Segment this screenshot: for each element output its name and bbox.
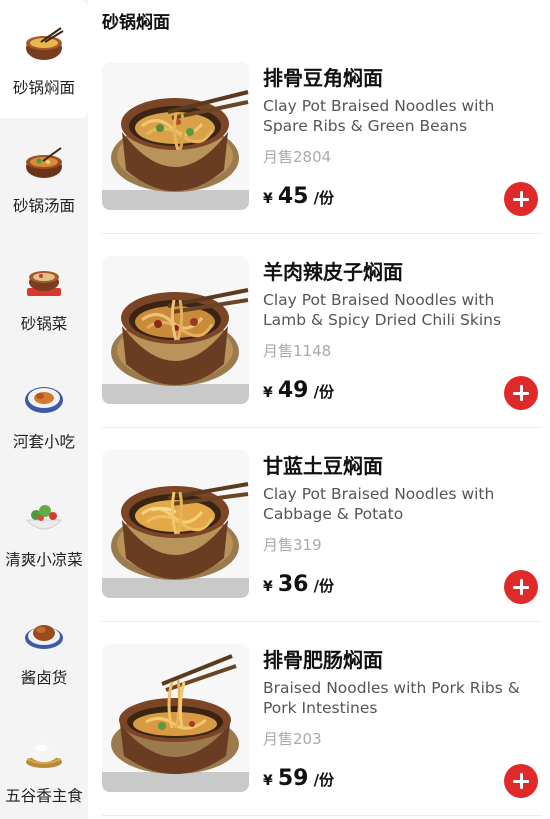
sidebar-item-clay-pot-soup-noodles[interactable]: 砂锅汤面 bbox=[0, 118, 88, 236]
monthly-sales: 月售1148 bbox=[263, 342, 332, 360]
sidebar-item-clay-pot-noodles[interactable]: 砂锅焖面 bbox=[0, 0, 88, 118]
staple-rice-icon bbox=[26, 742, 62, 768]
product-price: ¥ 59 /份 bbox=[263, 766, 334, 791]
product-description: Braised Noodles with Pork Ribs & Pork In… bbox=[263, 679, 520, 717]
product-name[interactable]: 甘蓝土豆焖面 bbox=[263, 450, 383, 479]
monthly-sales: 月售203 bbox=[263, 730, 322, 748]
snack-bowl-icon bbox=[25, 387, 63, 413]
currency-symbol: ¥ bbox=[263, 385, 273, 401]
add-to-cart-button[interactable] bbox=[504, 764, 538, 798]
monthly-sales: 月售2804 bbox=[263, 148, 332, 166]
price-value: 59 bbox=[277, 766, 309, 791]
clay-pot-soup-noodles-icon bbox=[26, 147, 62, 178]
sidebar-item-cold-dishes[interactable]: 清爽小凉菜 bbox=[0, 472, 88, 590]
price-unit: /份 bbox=[313, 189, 335, 207]
product-image[interactable] bbox=[102, 256, 249, 404]
product-name[interactable]: 排骨肥肠焖面 bbox=[263, 644, 383, 673]
sidebar-item-label: 砂锅汤面 bbox=[12, 197, 75, 215]
braised-meat-icon bbox=[25, 625, 63, 649]
sidebar-item-label: 砂锅菜 bbox=[20, 315, 68, 333]
add-to-cart-button[interactable] bbox=[504, 570, 538, 604]
price-value: 49 bbox=[277, 378, 309, 403]
product-price: ¥ 36 /份 bbox=[263, 572, 334, 597]
currency-symbol: ¥ bbox=[263, 191, 273, 207]
price-unit: /份 bbox=[313, 577, 335, 595]
sidebar-item-label: 砂锅焖面 bbox=[12, 79, 75, 97]
category-title: 砂锅焖面 bbox=[102, 13, 170, 33]
product-card[interactable]: 甘蓝土豆焖面 Clay Pot Braised Noodles with Cab… bbox=[102, 450, 542, 610]
clay-pot-noodles-icon bbox=[26, 27, 64, 60]
currency-symbol: ¥ bbox=[263, 579, 273, 595]
product-description: Clay Pot Braised Noodles with Lamb & Spi… bbox=[263, 291, 502, 329]
divider bbox=[102, 621, 542, 622]
product-image[interactable] bbox=[102, 62, 249, 210]
price-value: 36 bbox=[277, 572, 309, 597]
add-to-cart-button[interactable] bbox=[504, 376, 538, 410]
sidebar-item-label: 河套小吃 bbox=[12, 433, 75, 451]
sidebar-item-label: 五谷香主食 bbox=[5, 787, 83, 805]
add-to-cart-button[interactable] bbox=[504, 182, 538, 216]
divider bbox=[102, 427, 542, 428]
divider bbox=[102, 815, 542, 816]
cold-salad-icon bbox=[25, 505, 63, 530]
price-value: 45 bbox=[277, 184, 309, 209]
sidebar-item-hetao-snacks[interactable]: 河套小吃 bbox=[0, 354, 88, 472]
sidebar-item-label: 清爽小凉菜 bbox=[5, 551, 83, 569]
product-image[interactable] bbox=[102, 450, 249, 598]
sidebar-item-clay-pot-dish[interactable]: 砂锅菜 bbox=[0, 236, 88, 354]
product-price: ¥ 45 /份 bbox=[263, 184, 334, 209]
sidebar-item-braised-meats[interactable]: 酱卤货 bbox=[0, 590, 88, 708]
price-unit: /份 bbox=[313, 383, 335, 401]
product-description: Clay Pot Braised Noodles with Cabbage & … bbox=[263, 485, 495, 523]
price-unit: /份 bbox=[313, 771, 335, 789]
product-card[interactable]: 排骨豆角焖面 Clay Pot Braised Noodles with Spa… bbox=[102, 62, 542, 222]
product-price: ¥ 49 /份 bbox=[263, 378, 334, 403]
clay-pot-dish-icon bbox=[27, 271, 61, 296]
product-card[interactable]: 羊肉辣皮子焖面 Clay Pot Braised Noodles with La… bbox=[102, 256, 542, 416]
sidebar-item-label: 酱卤货 bbox=[20, 669, 68, 687]
sidebar-item-staple-food[interactable]: 五谷香主食 bbox=[0, 708, 88, 819]
divider bbox=[102, 233, 542, 234]
monthly-sales: 月售319 bbox=[263, 536, 322, 554]
currency-symbol: ¥ bbox=[263, 773, 273, 789]
product-name[interactable]: 排骨豆角焖面 bbox=[263, 62, 383, 91]
product-description: Clay Pot Braised Noodles with Spare Ribs… bbox=[263, 97, 495, 135]
product-image[interactable] bbox=[102, 644, 249, 792]
product-name[interactable]: 羊肉辣皮子焖面 bbox=[263, 256, 403, 285]
product-card[interactable]: 排骨肥肠焖面 Braised Noodles with Pork Ribs & … bbox=[102, 644, 542, 804]
category-sidebar: 砂锅焖面 砂锅汤面 砂锅菜 河套小吃 清爽小凉菜 酱卤货 五谷香主食 bbox=[0, 0, 88, 819]
